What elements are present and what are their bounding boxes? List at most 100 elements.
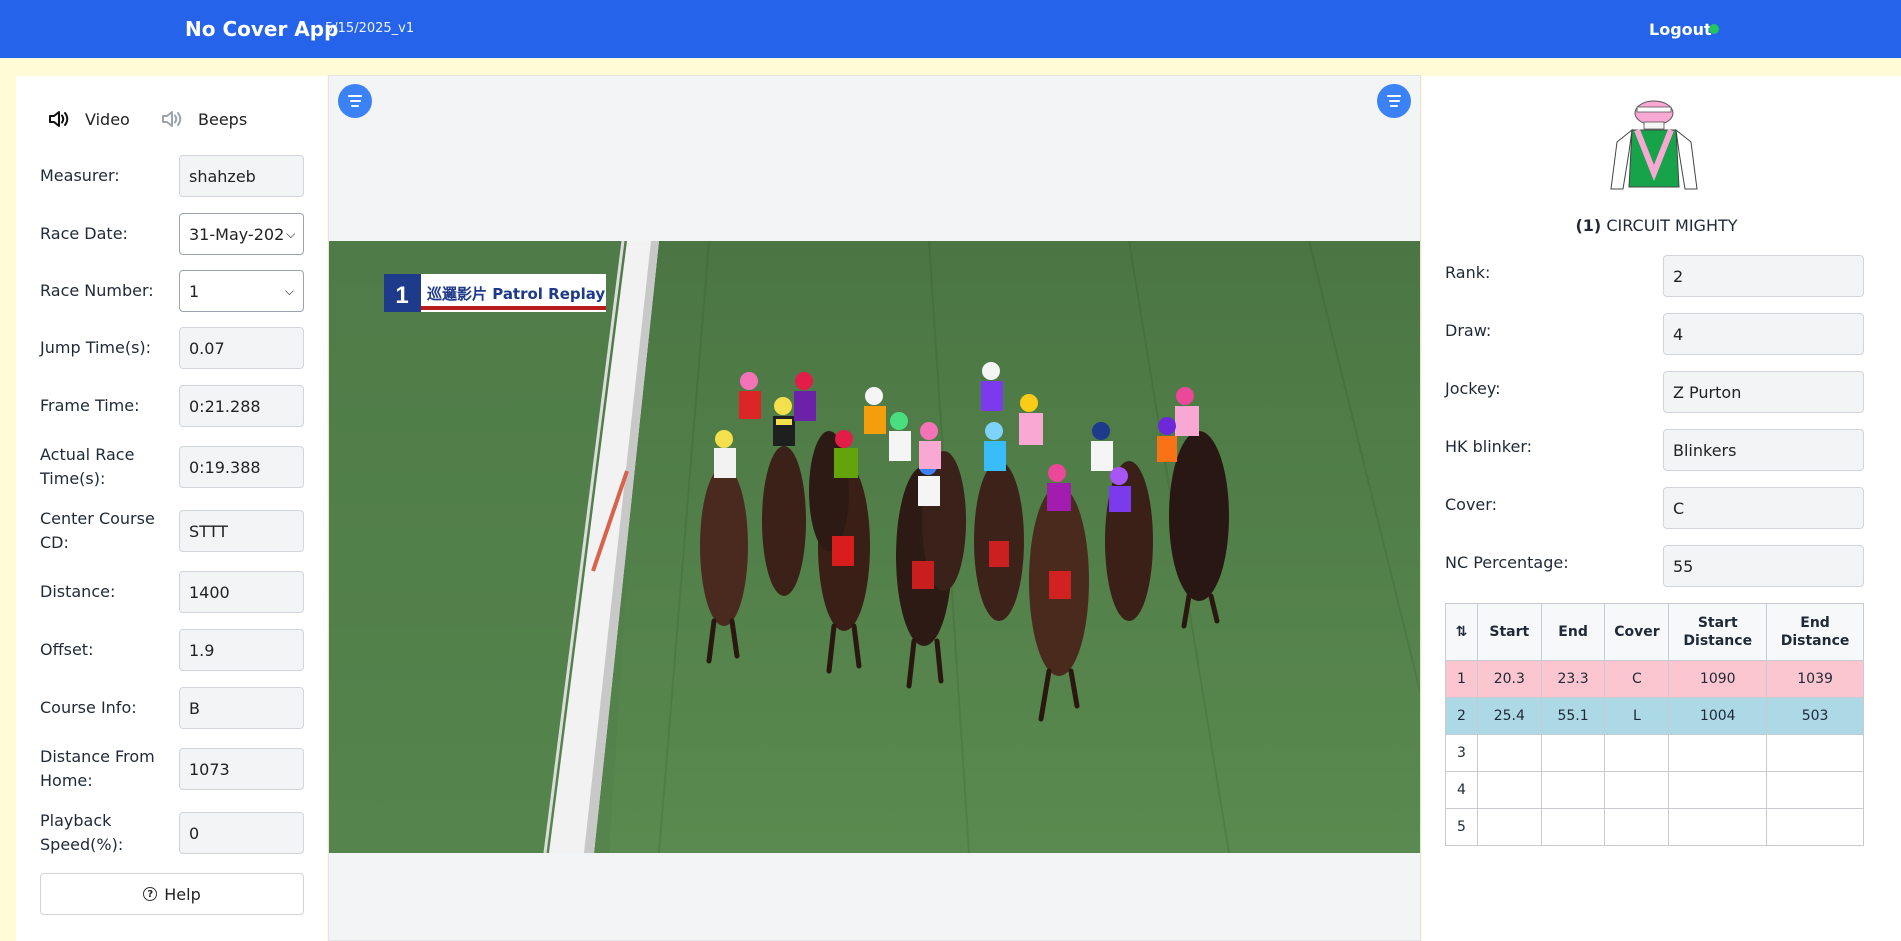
- jockey-silks-icon: [1610, 100, 1698, 190]
- cover-field[interactable]: C: [1663, 487, 1864, 529]
- rank-field[interactable]: 2: [1663, 255, 1864, 297]
- cover-label: Cover:: [1445, 495, 1497, 514]
- cell-start[interactable]: 25.4: [1476, 697, 1542, 735]
- chevron-down-icon: ⌵: [286, 226, 296, 241]
- nc-percentage-label: NC Percentage:: [1445, 553, 1569, 572]
- race-video-frame: 1 巡邏影片 Patrol Replay: [329, 241, 1420, 853]
- race-date-label: Race Date:: [40, 224, 128, 243]
- cell-end-distance[interactable]: 503: [1766, 697, 1864, 735]
- cell-end[interactable]: 23.3: [1540, 660, 1606, 698]
- left-menu-button[interactable]: [338, 84, 372, 118]
- online-status-dot: [1709, 24, 1719, 34]
- draw-label: Draw:: [1445, 321, 1492, 340]
- cell-start-distance[interactable]: [1668, 734, 1768, 772]
- playback-speed-label: Playback Speed(%):: [40, 811, 124, 854]
- jockey-field[interactable]: Z Purton: [1663, 371, 1864, 413]
- sort-icon[interactable]: ⇅: [1445, 603, 1478, 661]
- table-row[interactable]: 2 25.4 55.1 L 1004 503: [1445, 697, 1864, 735]
- column-header-cover: Cover: [1604, 603, 1670, 661]
- table-row[interactable]: 3: [1445, 734, 1864, 772]
- cell-end[interactable]: [1540, 771, 1606, 809]
- playback-speed-field[interactable]: 0: [179, 812, 304, 854]
- app-version: 5/15/2025_v1: [325, 21, 415, 36]
- cell-end[interactable]: [1540, 808, 1606, 846]
- cell-start[interactable]: [1476, 734, 1542, 772]
- cell-cover[interactable]: L: [1604, 697, 1670, 735]
- jockey-label: Jockey:: [1445, 379, 1501, 398]
- table-row[interactable]: 4: [1445, 771, 1864, 809]
- column-header-end: End: [1540, 603, 1606, 661]
- cell-cover[interactable]: [1604, 734, 1670, 772]
- cell-end[interactable]: [1540, 734, 1606, 772]
- cell-cover[interactable]: C: [1604, 660, 1670, 698]
- cell-start-distance[interactable]: 1004: [1668, 697, 1768, 735]
- course-info-label: Course Info:: [40, 698, 137, 717]
- cell-start-distance[interactable]: [1668, 808, 1768, 846]
- race-date-value: 31-May-202: [189, 224, 285, 244]
- help-button[interactable]: ? Help: [40, 873, 304, 915]
- chevron-down-icon: ⌵: [284, 283, 294, 298]
- speaker-on-icon: [49, 111, 69, 127]
- cover-segments-table: ⇅ Start End Cover Start Distance End Dis…: [1445, 603, 1864, 846]
- cell-start[interactable]: [1476, 771, 1542, 809]
- beeps-label: Beeps: [198, 109, 248, 129]
- distance-label: Distance:: [40, 582, 116, 601]
- video-label: Video: [85, 109, 130, 129]
- center-course-label: Center Course CD:: [40, 509, 155, 552]
- cell-end-distance[interactable]: [1766, 808, 1864, 846]
- measurer-field[interactable]: shahzeb: [179, 155, 304, 197]
- cell-start[interactable]: [1476, 808, 1542, 846]
- distance-from-home-field[interactable]: 1073: [179, 748, 304, 790]
- cell-start[interactable]: 20.3: [1476, 660, 1542, 698]
- beeps-toggle[interactable]: Beeps: [160, 108, 247, 130]
- offset-field[interactable]: 1.9: [179, 629, 304, 671]
- offset-label: Offset:: [40, 640, 94, 659]
- actual-race-time-label: Actual Race Time(s):: [40, 445, 135, 488]
- course-info-field[interactable]: B: [179, 687, 304, 729]
- measurer-label: Measurer:: [40, 166, 120, 185]
- logout-button[interactable]: Logout: [1649, 20, 1712, 39]
- cell-cover[interactable]: [1604, 808, 1670, 846]
- cell-start-distance[interactable]: [1668, 771, 1768, 809]
- frame-time-field[interactable]: 0:21.288: [179, 385, 304, 427]
- hk-blinker-field[interactable]: Blinkers: [1663, 429, 1864, 471]
- center-course-field[interactable]: STTT: [179, 510, 304, 552]
- jump-time-field[interactable]: 0.07: [179, 327, 304, 369]
- race-number-value: 1: [189, 281, 200, 301]
- help-label: Help: [164, 884, 201, 904]
- actual-race-time-field[interactable]: 0:19.388: [179, 446, 304, 488]
- row-number: 3: [1445, 734, 1478, 772]
- right-menu-button[interactable]: [1377, 84, 1411, 118]
- video-toggle[interactable]: Video: [47, 108, 130, 130]
- distance-from-home-label: Distance From Home:: [40, 747, 155, 790]
- frame-time-label: Frame Time:: [40, 396, 140, 415]
- race-number-label: Race Number:: [40, 281, 154, 300]
- cell-end[interactable]: 55.1: [1540, 697, 1606, 735]
- row-number: 2: [1445, 697, 1478, 735]
- table-row[interactable]: 1 20.3 23.3 C 1090 1039: [1445, 660, 1864, 698]
- overlay-number: 1: [395, 282, 408, 309]
- horse-name-text: CIRCUIT MIGHTY: [1606, 216, 1738, 235]
- cell-end-distance[interactable]: [1766, 734, 1864, 772]
- column-header-end-distance: End Distance: [1766, 603, 1864, 661]
- table-header-row: ⇅ Start End Cover Start Distance End Dis…: [1445, 603, 1864, 661]
- rank-label: Rank:: [1445, 263, 1491, 282]
- cell-cover[interactable]: [1604, 771, 1670, 809]
- nc-percentage-field[interactable]: 55: [1663, 545, 1864, 587]
- table-row[interactable]: 5: [1445, 808, 1864, 846]
- draw-field[interactable]: 4: [1663, 313, 1864, 355]
- race-date-select[interactable]: 31-May-202 ⌵: [179, 213, 304, 255]
- cell-end-distance[interactable]: [1766, 771, 1864, 809]
- race-number-select[interactable]: 1 ⌵: [179, 270, 304, 312]
- row-number: 4: [1445, 771, 1478, 809]
- cell-end-distance[interactable]: 1039: [1766, 660, 1864, 698]
- column-header-start: Start: [1476, 603, 1542, 661]
- cell-start-distance[interactable]: 1090: [1668, 660, 1768, 698]
- speaker-muted-icon: [162, 111, 182, 127]
- question-circle-icon: ?: [143, 887, 158, 901]
- hk-blinker-label: HK blinker:: [1445, 437, 1533, 456]
- distance-field[interactable]: 1400: [179, 571, 304, 613]
- row-number: 1: [1445, 660, 1478, 698]
- race-video[interactable]: 1 巡邏影片 Patrol Replay: [329, 241, 1420, 853]
- horse-name: (1) CIRCUIT MIGHTY: [1422, 216, 1891, 235]
